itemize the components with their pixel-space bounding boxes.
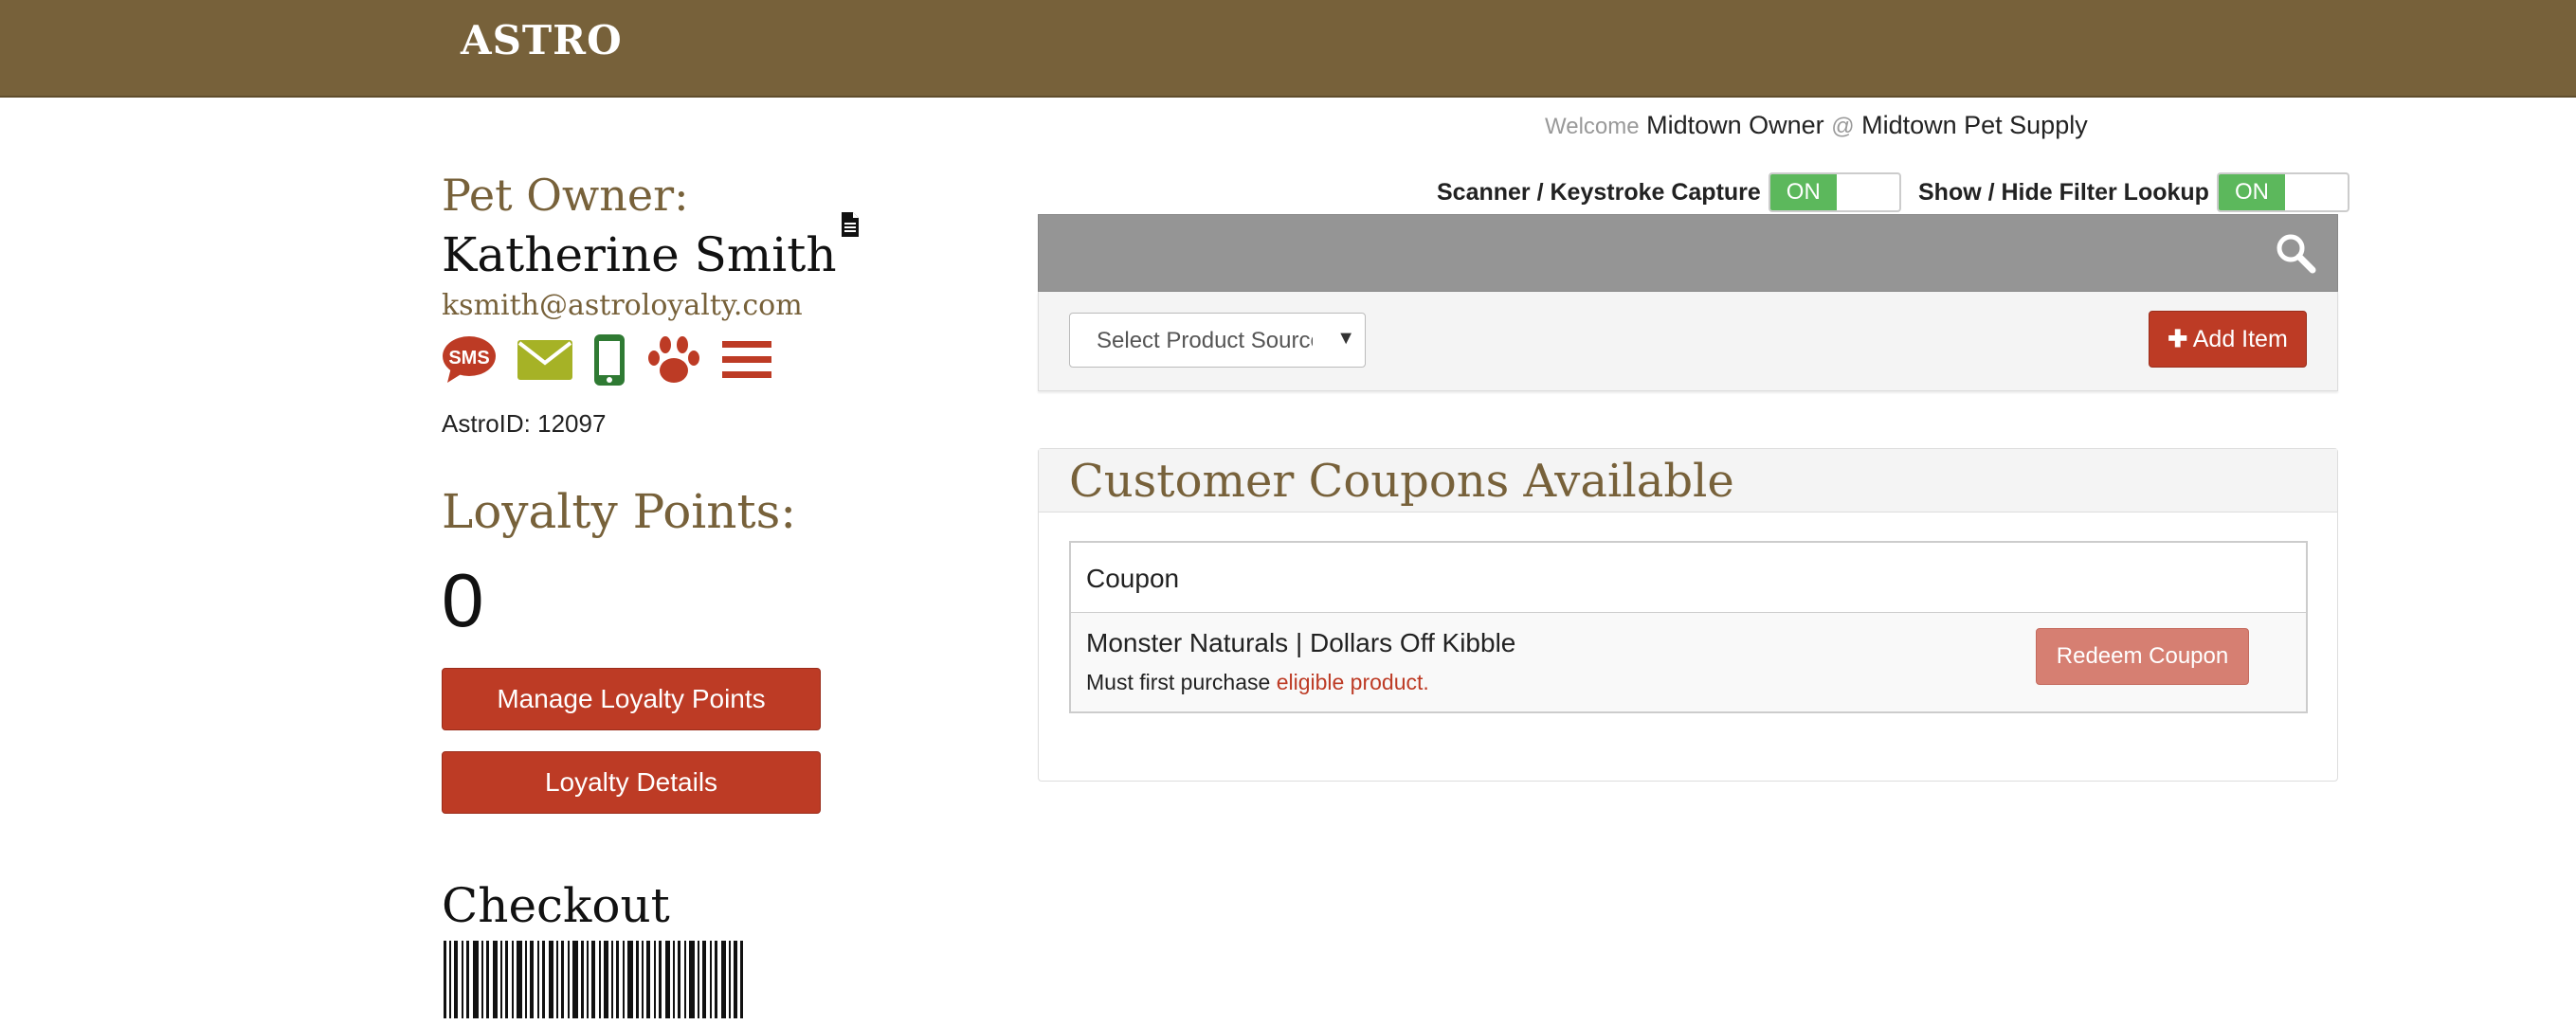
checkout-label: Checkout bbox=[442, 878, 670, 933]
customer-coupons-panel: Customer Coupons Available Coupon Monste… bbox=[1038, 448, 2338, 782]
customer-sidebar: Pet Owner: Katherine Smith ksmith@astrol… bbox=[442, 166, 934, 1018]
envelope-icon[interactable] bbox=[517, 339, 572, 385]
owner-name: Katherine Smith bbox=[442, 227, 837, 282]
mobile-icon[interactable] bbox=[593, 333, 626, 391]
welcome-label: Welcome bbox=[1545, 114, 1640, 139]
scanner-toggle-group: Scanner / Keystroke Capture ON bbox=[1437, 172, 1901, 212]
welcome-line: Welcome Midtown Owner @ Midtown Pet Supp… bbox=[1545, 111, 2088, 140]
sms-icon[interactable]: SMS bbox=[442, 335, 497, 389]
store-name: Midtown Pet Supply bbox=[1861, 111, 2088, 139]
coupon-panel-header: Customer Coupons Available bbox=[1039, 449, 2337, 512]
loyalty-points-value: 0 bbox=[442, 558, 484, 642]
product-search-bar[interactable] bbox=[1038, 214, 2338, 292]
eligible-product-link[interactable]: eligible product. bbox=[1277, 670, 1429, 694]
loyalty-points-label: Loyalty Points: bbox=[442, 484, 797, 539]
loyalty-details-button[interactable]: Loyalty Details bbox=[442, 751, 821, 814]
product-source-select[interactable]: Select Product Source ▼ bbox=[1069, 313, 1366, 368]
top-nav-bar: ASTRO bbox=[0, 0, 2576, 98]
document-icon[interactable] bbox=[840, 211, 861, 243]
coupon-requirement-text: Must first purchase bbox=[1086, 670, 1271, 694]
checkout-barcode bbox=[444, 941, 743, 1018]
coupon-requirement: Must first purchase eligible product. bbox=[1086, 670, 1429, 695]
filter-toggle[interactable]: ON bbox=[2216, 172, 2349, 212]
coupon-table-header: Coupon bbox=[1071, 543, 2306, 613]
scanner-toggle-label: Scanner / Keystroke Capture bbox=[1437, 178, 1761, 206]
manage-loyalty-points-button[interactable]: Manage Loyalty Points bbox=[442, 668, 821, 730]
product-source-panel: Select Product Source ▼ ✚ Add Item bbox=[1038, 292, 2338, 391]
contact-icons: SMS bbox=[442, 333, 934, 391]
user-name: Midtown Owner bbox=[1646, 111, 1824, 139]
filter-toggle-label: Show / Hide Filter Lookup bbox=[1918, 178, 2209, 206]
table-row: Monster Naturals | Dollars Off Kibble Mu… bbox=[1071, 613, 2306, 711]
add-item-label: Add Item bbox=[2192, 326, 2288, 352]
chevron-down-icon: ▼ bbox=[1336, 328, 1355, 349]
astro-logo[interactable]: ASTRO bbox=[461, 17, 623, 63]
search-icon[interactable] bbox=[2275, 232, 2316, 279]
coupon-name: Monster Naturals | Dollars Off Kibble bbox=[1086, 628, 1516, 657]
coupons-title: Customer Coupons Available bbox=[1069, 455, 1734, 508]
scanner-toggle[interactable]: ON bbox=[1768, 172, 1901, 212]
add-item-button[interactable]: ✚ Add Item bbox=[2149, 311, 2307, 368]
pet-owner-label: Pet Owner: bbox=[442, 170, 689, 221]
filter-toggle-state: ON bbox=[2218, 174, 2285, 210]
product-source-value: Select Product Source bbox=[1097, 328, 1313, 353]
coupon-table: Coupon Monster Naturals | Dollars Off Ki… bbox=[1069, 541, 2308, 713]
owner-email[interactable]: ksmith@astroloyalty.com bbox=[442, 289, 934, 322]
sms-icon-text: SMS bbox=[448, 348, 489, 369]
scanner-toggle-state: ON bbox=[1769, 174, 1837, 210]
redeem-coupon-button[interactable]: Redeem Coupon bbox=[2036, 628, 2249, 685]
coupon-column-header: Coupon bbox=[1086, 564, 1180, 593]
plus-icon: ✚ bbox=[2168, 326, 2188, 352]
at-symbol: @ bbox=[1831, 114, 1855, 139]
paw-icon[interactable] bbox=[646, 335, 701, 389]
menu-icon[interactable] bbox=[722, 339, 771, 386]
astro-id: AstroID: 12097 bbox=[442, 409, 607, 438]
filter-toggle-group: Show / Hide Filter Lookup ON bbox=[1918, 172, 2349, 212]
